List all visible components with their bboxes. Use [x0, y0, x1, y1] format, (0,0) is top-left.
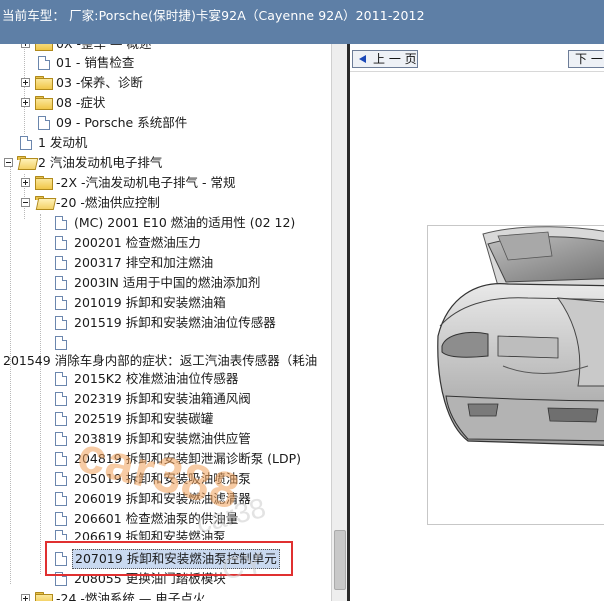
tree-item-label: 208055 更换油门踏板模块	[74, 571, 226, 586]
arrow-left-icon	[359, 55, 366, 63]
folder-icon	[35, 592, 53, 601]
tree-item-label: 2015K2 校准燃油油位传感器	[74, 371, 239, 386]
document-icon	[55, 512, 67, 526]
previous-page-label: 上 一 页	[373, 52, 417, 66]
tree-item-label: 201549 消除车身内部的症状：返工汽油表传感器（耗油	[3, 353, 318, 368]
tree-item-208055[interactable]: 208055 更换油门踏板模块	[0, 570, 331, 588]
document-icon	[55, 372, 67, 386]
expand-toggle-icon[interactable]	[21, 44, 30, 48]
folder-icon	[35, 76, 53, 90]
collapse-toggle-icon[interactable]	[4, 158, 13, 167]
document-icon	[38, 116, 50, 130]
tree-item-label: 200201 检查燃油压力	[74, 235, 201, 250]
tree-item-206601[interactable]: 206601 检查燃油泵的供油量	[0, 510, 331, 528]
document-icon	[55, 216, 67, 230]
diagram-image	[427, 225, 604, 525]
tree-item-label: -2X -汽油发动机电子排气 - 常规	[56, 175, 236, 190]
tree-item-207019-selected[interactable]: 207019 拆卸和安装燃油泵控制单元	[0, 549, 331, 569]
document-icon	[38, 56, 50, 70]
tree-item-label: 201019 拆卸和安装燃油箱	[74, 295, 226, 310]
tree-item-201019[interactable]: 201019 拆卸和安装燃油箱	[0, 294, 331, 312]
document-icon	[55, 552, 67, 566]
tree-item-2-fuel-exhaust[interactable]: 2 汽油发动机电子排气	[0, 154, 331, 172]
tree-item-label: 202319 拆卸和安装油箱通风阀	[74, 391, 251, 406]
document-icon	[20, 136, 32, 150]
tree-item-202519[interactable]: 202519 拆卸和安装碳罐	[0, 410, 331, 428]
tree-item-20-fuel-supply[interactable]: -20 -燃油供应控制	[0, 194, 331, 212]
tree-item-label: 200317 排空和加注燃油	[74, 255, 214, 270]
tree-item-2015k2[interactable]: 2015K2 校准燃油油位传感器	[0, 370, 331, 388]
folder-icon	[35, 44, 53, 51]
tree-item-09-porsche-parts[interactable]: 09 - Porsche 系统部件	[0, 114, 331, 132]
tree-item-label: 08 -症状	[56, 95, 106, 110]
document-icon	[55, 276, 67, 290]
window-title-bar: 当前车型： 厂家:Porsche(保时捷)卡宴92A（Cayenne 92A）2…	[0, 0, 604, 44]
tree-item-empty-doc[interactable]	[0, 334, 331, 352]
tree-item-206619[interactable]: 206619 拆卸和安装燃油泵	[0, 528, 331, 540]
tree-item-201549[interactable]: 201549 消除车身内部的症状：返工汽油表传感器（耗油	[0, 352, 331, 370]
tree-item-label: 01 - 销售检查	[56, 55, 135, 70]
tree-item-label: 0X -整车 — 概述	[56, 44, 151, 53]
tree-item-08-symptoms[interactable]: 08 -症状	[0, 94, 331, 112]
tree-item-0x-overview[interactable]: 0X -整车 — 概述	[0, 44, 331, 53]
document-icon	[55, 432, 67, 446]
tree-item-01-sales-check[interactable]: 01 - 销售检查	[0, 54, 331, 72]
expand-toggle-icon[interactable]	[21, 78, 30, 87]
collapse-toggle-icon[interactable]	[21, 198, 30, 207]
tree-item-200317[interactable]: 200317 排空和加注燃油	[0, 254, 331, 272]
document-icon	[55, 392, 67, 406]
tree-item-1-engine[interactable]: 1 发动机	[0, 134, 331, 152]
tree-item-label: 03 -保养、诊断	[56, 75, 143, 90]
tree-item-label: -20 -燃油供应控制	[56, 195, 160, 210]
document-icon	[55, 472, 67, 486]
expand-toggle-icon[interactable]	[21, 594, 30, 601]
document-icon	[55, 256, 67, 270]
tree-item-label: 2003IN 适用于中国的燃油添加剂	[74, 275, 261, 290]
tree-item-24-fuel-system[interactable]: -24 -燃油系统 — 电子点火	[0, 590, 331, 601]
document-icon	[55, 236, 67, 250]
folder-icon	[35, 176, 53, 190]
tree-item-label: 1 发动机	[38, 135, 88, 150]
tree-vertical-scrollbar[interactable]	[331, 44, 347, 601]
tree-item-03-maintenance[interactable]: 03 -保养、诊断	[0, 74, 331, 92]
document-icon	[55, 316, 67, 330]
expand-toggle-icon[interactable]	[21, 98, 30, 107]
tree-item-label: -24 -燃油系统 — 电子点火	[56, 591, 206, 601]
tree-item-mc-2001[interactable]: (MC) 2001 E10 燃油的适用性 (02 12)	[0, 214, 331, 232]
previous-page-button[interactable]: 上 一 页	[352, 50, 418, 68]
scrollbar-thumb[interactable]	[334, 530, 346, 590]
tree-item-202319[interactable]: 202319 拆卸和安装油箱通风阀	[0, 390, 331, 408]
document-icon	[55, 530, 67, 540]
tree-item-label: 202519 拆卸和安装碳罐	[74, 411, 214, 426]
document-icon	[55, 452, 67, 466]
tree-item-label: 09 - Porsche 系统部件	[56, 115, 188, 130]
tree-item-200201[interactable]: 200201 检查燃油压力	[0, 234, 331, 252]
window-title: 当前车型： 厂家:Porsche(保时捷)卡宴92A（Cayenne 92A）2…	[2, 8, 425, 23]
tree-item-label: (MC) 2001 E10 燃油的适用性 (02 12)	[74, 215, 296, 230]
document-icon	[55, 412, 67, 426]
viewer-nav-bar: 上 一 页 下 一	[350, 44, 604, 72]
tree-item-label: 2 汽油发动机电子排气	[38, 155, 163, 170]
document-icon	[55, 572, 67, 586]
tree-item-201519[interactable]: 201519 拆卸和安装燃油油位传感器	[0, 314, 331, 332]
tree-item-2x-general[interactable]: -2X -汽油发动机电子排气 - 常规	[0, 174, 331, 192]
tree-item-label: 201519 拆卸和安装燃油油位传感器	[74, 315, 276, 330]
watermark-faint-text-2: CY	[219, 546, 267, 587]
folder-open-icon	[17, 156, 34, 169]
document-icon	[55, 336, 67, 350]
document-icon	[55, 492, 67, 506]
car-rear-illustration	[437, 226, 604, 446]
folder-open-icon	[35, 196, 52, 209]
next-page-button[interactable]: 下 一	[568, 50, 604, 68]
next-page-label: 下 一	[575, 52, 603, 66]
expand-toggle-icon[interactable]	[21, 178, 30, 187]
document-icon	[55, 296, 67, 310]
tree-item-2003in[interactable]: 2003IN 适用于中国的燃油添加剂	[0, 274, 331, 292]
document-tree[interactable]: 0X -整车 — 概述 01 - 销售检查 03 -保养、诊断 08 -症状 0…	[0, 44, 331, 601]
folder-icon	[35, 96, 53, 110]
document-viewer: 上 一 页 下 一	[350, 44, 604, 601]
